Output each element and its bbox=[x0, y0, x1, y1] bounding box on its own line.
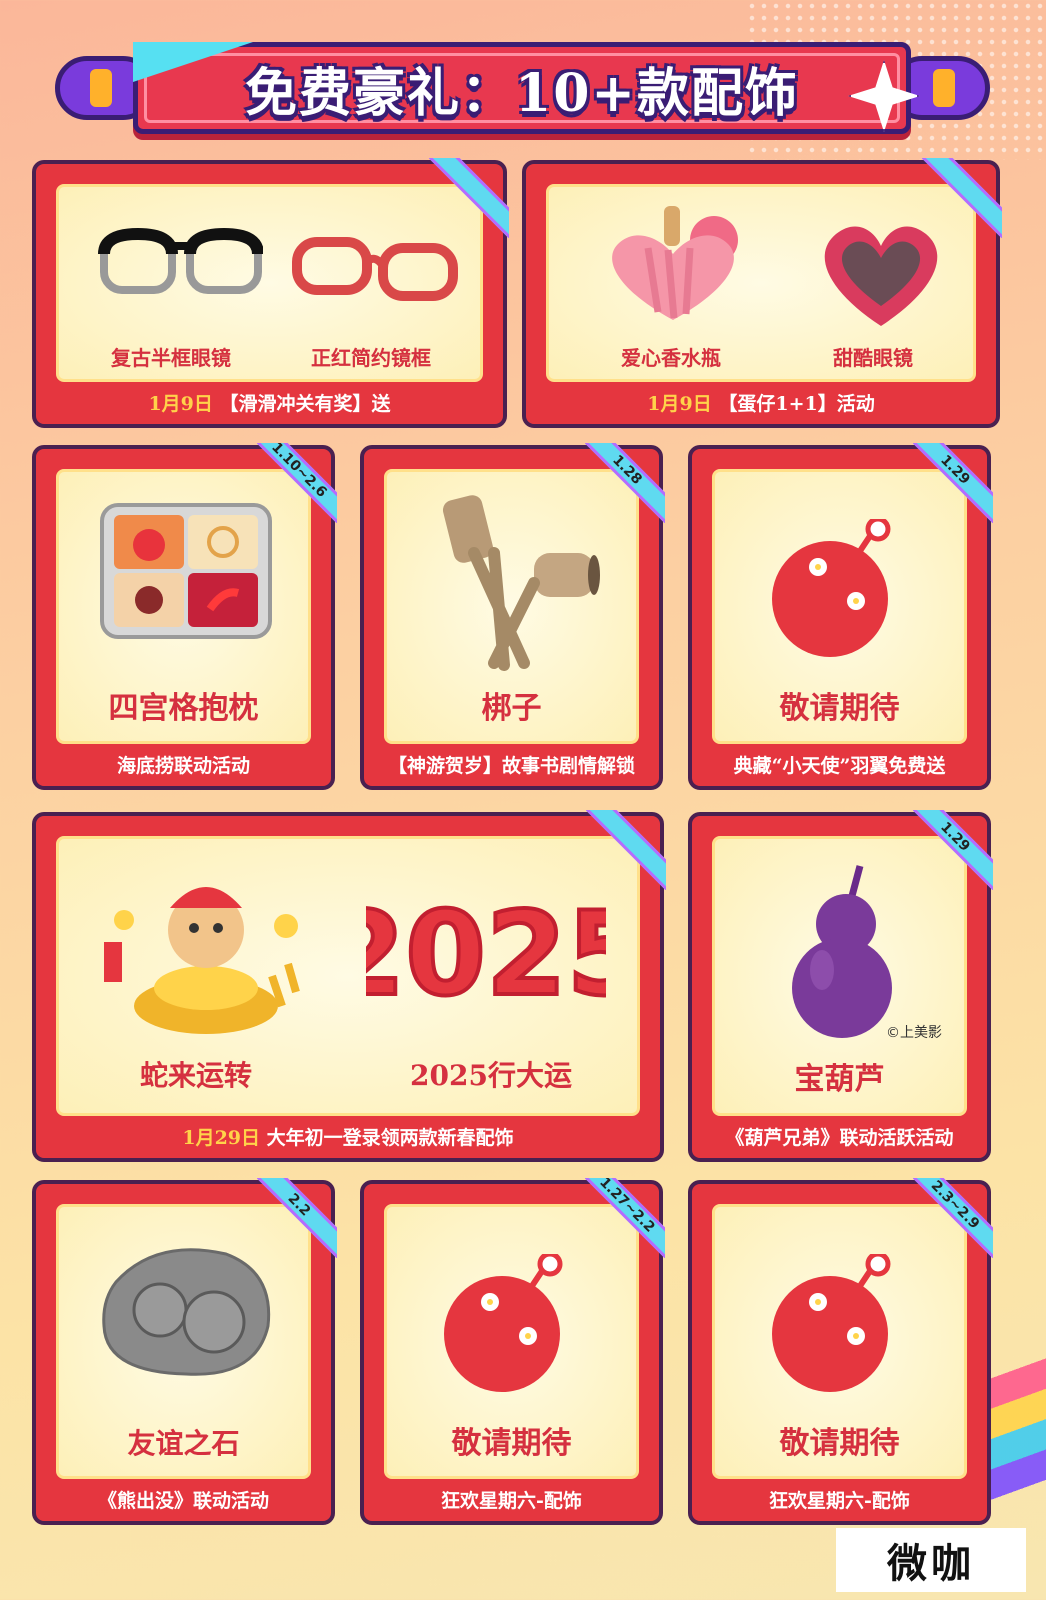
heart-perfume-bottle-icon bbox=[612, 206, 738, 320]
item-label: 爱心香水瓶 bbox=[621, 346, 721, 370]
stone-carving-icon bbox=[102, 1248, 271, 1376]
reward-card-bangzi: 1.28 梆子 【神游贺岁】故事书剧情解锁 bbox=[360, 443, 665, 790]
card-footer: 海底捞联动活动 bbox=[116, 755, 250, 777]
item-label: 梆子 bbox=[481, 691, 542, 726]
footer-date: 1月9日 bbox=[148, 393, 213, 415]
reward-card-friendship-stone: 2.2 友谊之石 《熊出没》联动活动 bbox=[32, 1178, 337, 1525]
art-2025-text: 2025 bbox=[366, 887, 606, 1016]
reward-card-new-year: 2025 蛇来运转 2025行大运 1月29日 大年初一登录领两款新春配饰 bbox=[32, 810, 666, 1162]
four-grid-pillow-icon bbox=[100, 503, 272, 639]
card-footer: 1月29日 大年初一登录领两款新春配饰 bbox=[36, 1123, 660, 1150]
red-egg-mascot-icon bbox=[772, 1254, 891, 1392]
item-label: 四宫格抱枕 bbox=[108, 691, 259, 726]
item-label: 正红简约镜框 bbox=[311, 346, 431, 370]
footer-text: 【蛋仔1+1】活动 bbox=[718, 393, 875, 415]
header-banner: 免费豪礼：10+款配饰 bbox=[55, 38, 990, 138]
footer-date: 1月9日 bbox=[647, 393, 712, 415]
corner-ribbon: 1.29 bbox=[913, 443, 993, 523]
footer-text: 【滑滑冲关有奖】送 bbox=[219, 393, 391, 415]
item-label: 敬请期待 bbox=[779, 1426, 900, 1461]
card-footer: 《葫芦兄弟》联动活跃活动 bbox=[725, 1127, 954, 1149]
card-footer: 《熊出没》联动活动 bbox=[97, 1490, 269, 1512]
footer-date: 1月29日 bbox=[182, 1127, 261, 1149]
reward-card-pillow: 1.10~2.6 四宫格抱枕 海底捞联动活动 bbox=[32, 443, 337, 790]
snake-mascot-gold-ingot-icon bbox=[104, 887, 300, 1034]
purple-gourd-icon bbox=[792, 865, 892, 1038]
corner-ribbon: 1.29 bbox=[913, 810, 993, 890]
card-footer: 1月9日 【蛋仔1+1】活动 bbox=[526, 389, 996, 416]
corner-ribbon bbox=[586, 810, 666, 890]
item-label: 2025行大运 bbox=[410, 1059, 572, 1092]
card-footer: 【神游贺岁】故事书剧情解锁 bbox=[387, 755, 635, 777]
page-title: 免费豪礼：10+款配饰 bbox=[245, 62, 799, 124]
reward-card-glasses: 复古半框眼镜 正红简约镜框 1月9日 【滑滑冲关有奖】送 bbox=[32, 158, 509, 428]
poster: 免费豪礼：10+款配饰 复古半框眼镜 正红简约镜框 1月9日 【滑滑冲关有奖】送 bbox=[0, 0, 1046, 1600]
item-label: 甜酷眼镜 bbox=[833, 346, 913, 370]
footer-text: 大年初一登录领两款新春配饰 bbox=[266, 1127, 514, 1149]
item-label: 友谊之石 bbox=[127, 1427, 240, 1460]
reward-card-gourd: 1.29 ©上美影 宝葫芦 《葫芦兄弟》联动活跃活动 bbox=[688, 810, 993, 1162]
card-footer: 1月9日 【滑滑冲关有奖】送 bbox=[36, 389, 503, 416]
item-label: 复古半框眼镜 bbox=[111, 346, 231, 370]
reward-card-perfume: 爱心香水瓶 甜酷眼镜 1月9日 【蛋仔1+1】活动 bbox=[522, 158, 1002, 428]
item-label: 宝葫芦 bbox=[794, 1062, 885, 1097]
corner-ribbon: 1.27~2.2 bbox=[585, 1178, 665, 1258]
red-egg-mascot-icon bbox=[444, 1254, 563, 1392]
card-footer: 典藏“小天使”羽翼免费送 bbox=[733, 755, 946, 777]
item-label: 蛇来运转 bbox=[139, 1059, 252, 1092]
red-frame-glasses-icon bbox=[292, 237, 458, 301]
reward-card-coming-soon: 1.27~2.2 敬请期待 狂欢星期六-配饰 bbox=[360, 1178, 665, 1525]
item-label: 敬请期待 bbox=[451, 1426, 572, 1461]
watermark-logo: 微咖 bbox=[836, 1528, 1026, 1592]
card-footer: 狂欢星期六-配饰 bbox=[441, 1490, 582, 1512]
copyright-note: ©上美影 bbox=[886, 1025, 942, 1041]
corner-ribbon: 2.3~2.9 bbox=[913, 1178, 993, 1258]
heart-glasses-icon bbox=[824, 226, 938, 326]
black-half-frame-glasses-icon bbox=[98, 227, 263, 294]
reward-card-coming-soon: 1.29 敬请期待 典藏“小天使”羽翼免费送 bbox=[688, 443, 993, 790]
wooden-clapper-icon bbox=[442, 495, 600, 671]
card-footer: 狂欢星期六-配饰 bbox=[769, 1490, 910, 1512]
item-label: 敬请期待 bbox=[779, 691, 900, 726]
reward-card-coming-soon: 2.3~2.9 敬请期待 狂欢星期六-配饰 bbox=[688, 1178, 993, 1525]
snake-2025-icon: 2025 bbox=[366, 886, 606, 1016]
corner-ribbon bbox=[429, 158, 509, 238]
red-egg-mascot-icon bbox=[772, 519, 891, 657]
